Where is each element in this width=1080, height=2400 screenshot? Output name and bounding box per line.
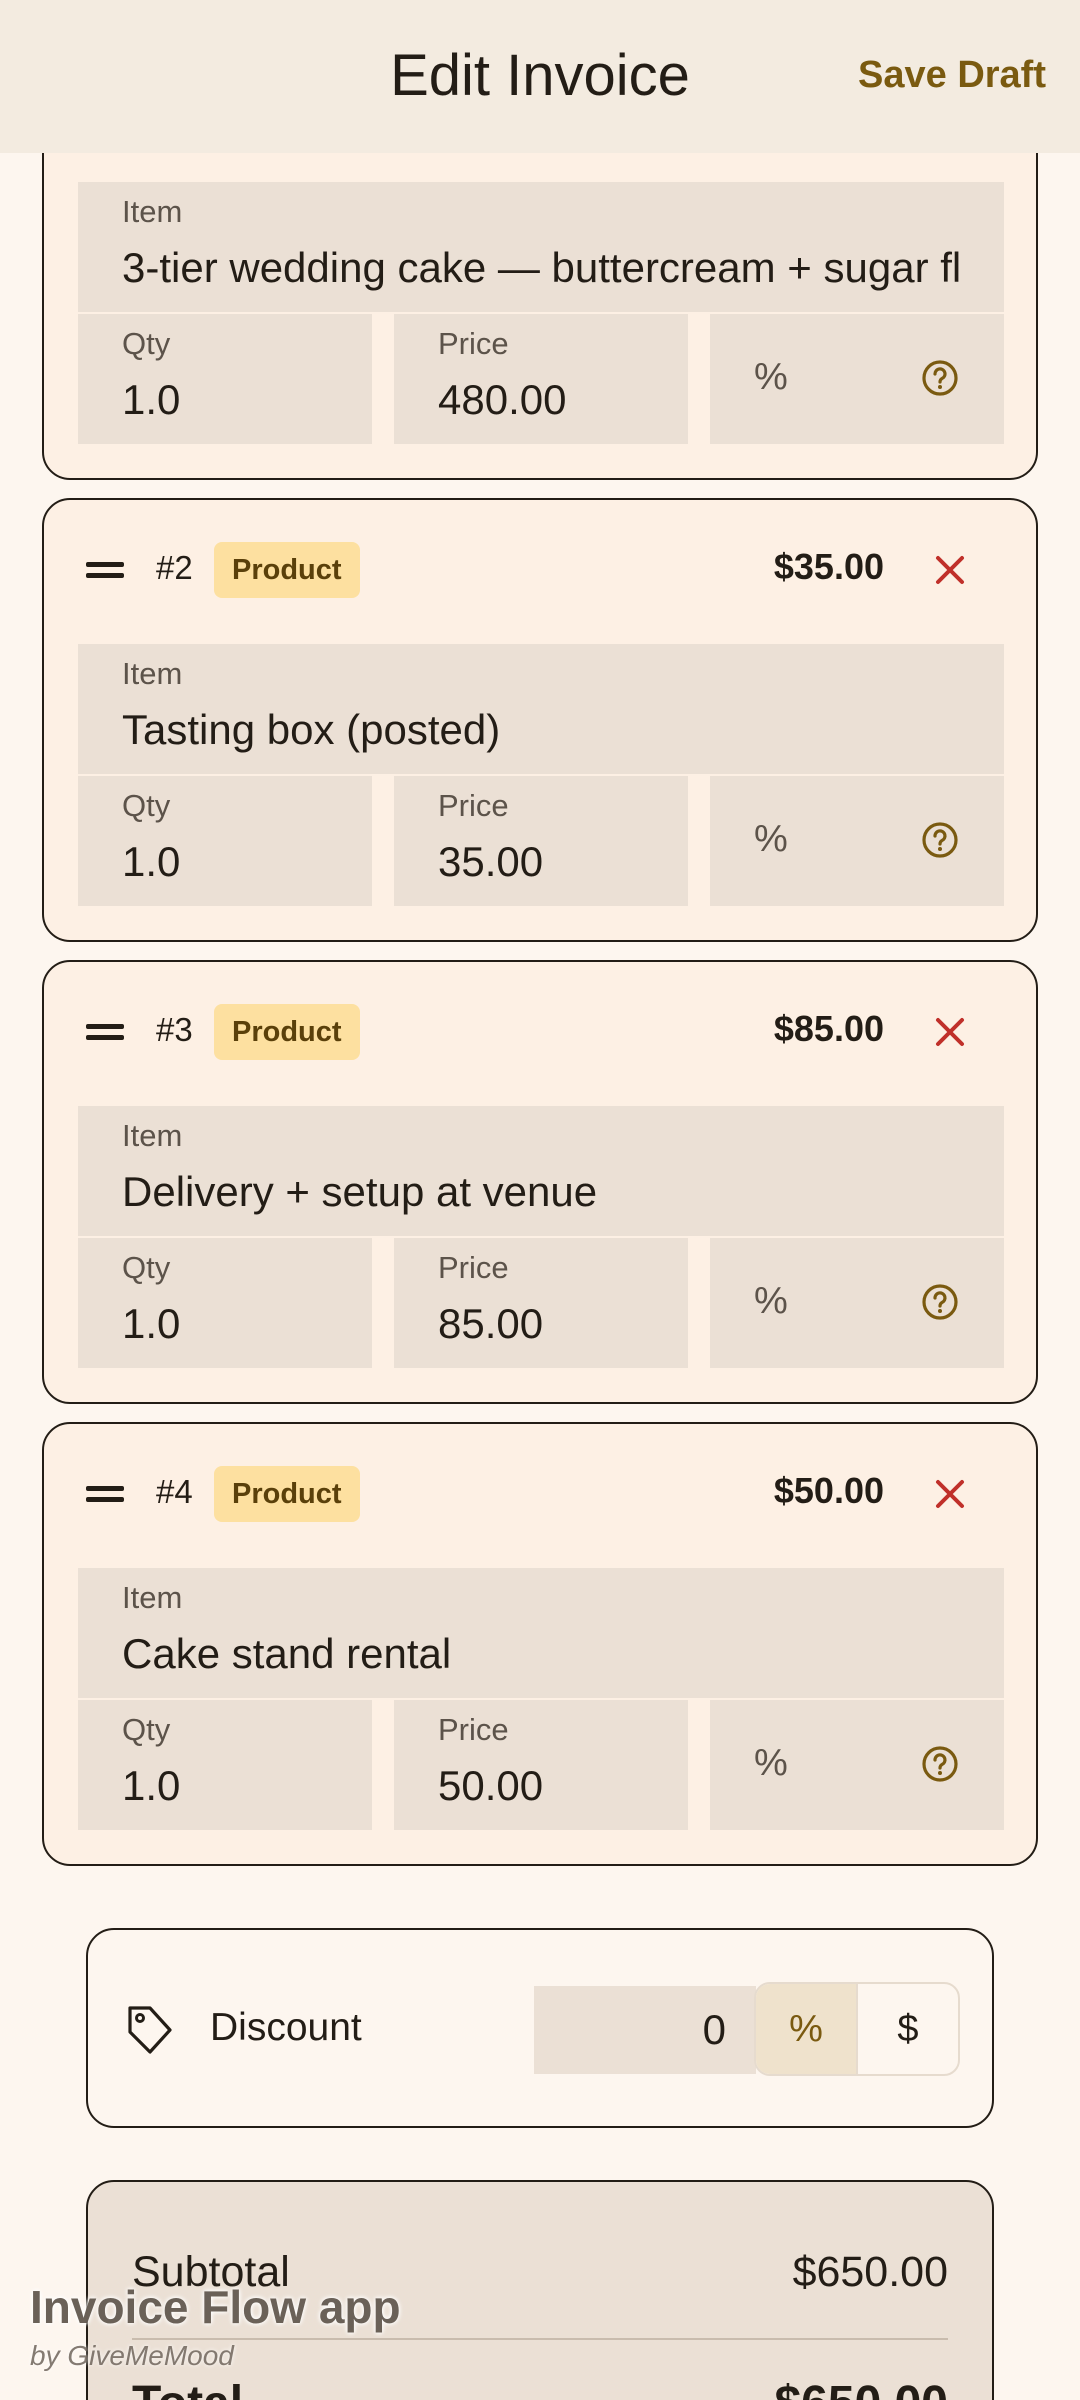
price-field[interactable]: Price 35.00	[394, 776, 688, 906]
qty-label: Qty	[122, 1712, 171, 1747]
qty-input[interactable]: 1.0	[122, 1300, 180, 1348]
qty-field[interactable]: Qty 1.0	[78, 1700, 372, 1830]
close-icon[interactable]	[930, 1012, 970, 1052]
line-item-header: #4 Product $50.00	[44, 1424, 1036, 1564]
tax-percent-field[interactable]: %	[710, 1700, 1004, 1830]
help-circle-icon[interactable]	[920, 1744, 960, 1784]
line-item-card: #2 Product $35.00 Item Tasting box (post…	[42, 498, 1038, 942]
discount-input[interactable]: 0	[534, 1986, 756, 2074]
line-item-header: #2 Product $35.00	[44, 500, 1036, 640]
tax-percent-field[interactable]: %	[710, 314, 1004, 444]
drag-handle-icon[interactable]	[86, 1019, 124, 1045]
percent-symbol: %	[754, 1280, 788, 1322]
item-type-badge: Product	[214, 1004, 360, 1060]
item-field[interactable]: Item Tasting box (posted)	[78, 644, 1004, 774]
item-field[interactable]: Item Delivery + setup at venue	[78, 1106, 1004, 1236]
item-input[interactable]: Cake stand rental	[122, 1630, 960, 1678]
price-field[interactable]: Price 480.00	[394, 314, 688, 444]
price-input[interactable]: 35.00	[438, 838, 543, 886]
watermark-title: Invoice Flow app	[30, 2281, 401, 2333]
discount-dollar-option[interactable]: $	[856, 1984, 958, 2074]
drag-handle-icon[interactable]	[86, 557, 124, 583]
qty-input[interactable]: 1.0	[122, 376, 180, 424]
subtotal-value: $650.00	[792, 2248, 948, 2296]
total-value: $650.00	[774, 2376, 948, 2400]
app-bar: Edit Invoice Save Draft	[0, 0, 1080, 153]
qty-label: Qty	[122, 1250, 171, 1285]
qty-label: Qty	[122, 326, 171, 361]
item-input[interactable]: Tasting box (posted)	[122, 706, 960, 754]
item-type-badge: Product	[214, 1466, 360, 1522]
line-number: #4	[156, 1473, 193, 1510]
price-label: Price	[438, 1712, 509, 1747]
line-item-card: #4 Product $50.00 Item Cake stand rental…	[42, 1422, 1038, 1866]
price-label: Price	[438, 788, 509, 823]
item-label: Item	[122, 656, 183, 691]
qty-field[interactable]: Qty 1.0	[78, 776, 372, 906]
price-input[interactable]: 50.00	[438, 1762, 543, 1810]
price-input[interactable]: 85.00	[438, 1300, 543, 1348]
price-label: Price	[438, 326, 509, 361]
close-icon[interactable]	[930, 550, 970, 590]
discount-type-toggle: % $	[754, 1982, 960, 2076]
item-label: Item	[122, 1118, 183, 1153]
line-amount: $35.00	[773, 546, 884, 587]
percent-symbol: %	[754, 356, 788, 398]
item-field[interactable]: Item 3-tier wedding cake — buttercream +…	[78, 182, 1004, 312]
percent-symbol: %	[754, 1742, 788, 1784]
qty-field[interactable]: Qty 1.0	[78, 1238, 372, 1368]
tag-icon	[124, 2002, 174, 2058]
line-number: #3	[156, 1011, 193, 1048]
line-amount: $85.00	[773, 1008, 884, 1049]
discount-percent-option[interactable]: %	[756, 1984, 856, 2074]
total-label: Total	[132, 2376, 243, 2400]
item-label: Item	[122, 194, 183, 229]
price-input[interactable]: 480.00	[438, 376, 566, 424]
drag-handle-icon[interactable]	[86, 1481, 124, 1507]
price-field[interactable]: Price 85.00	[394, 1238, 688, 1368]
discount-value[interactable]: 0	[703, 2006, 726, 2054]
help-circle-icon[interactable]	[920, 358, 960, 398]
tax-percent-field[interactable]: %	[710, 776, 1004, 906]
discount-card: Discount 0 % $	[86, 1928, 994, 2128]
item-input[interactable]: Delivery + setup at venue	[122, 1168, 960, 1216]
qty-input[interactable]: 1.0	[122, 838, 180, 886]
item-label: Item	[122, 1580, 183, 1615]
line-number: #2	[156, 549, 193, 586]
price-label: Price	[438, 1250, 509, 1285]
qty-input[interactable]: 1.0	[122, 1762, 180, 1810]
qty-field[interactable]: Qty 1.0	[78, 314, 372, 444]
save-draft-button[interactable]: Save Draft	[858, 54, 1046, 97]
help-circle-icon[interactable]	[920, 820, 960, 860]
line-amount: $50.00	[773, 1470, 884, 1511]
percent-symbol: %	[754, 818, 788, 860]
item-type-badge: Product	[214, 542, 360, 598]
watermark-subtitle: by GiveMeMood	[30, 2340, 234, 2371]
item-field[interactable]: Item Cake stand rental	[78, 1568, 1004, 1698]
help-circle-icon[interactable]	[920, 1282, 960, 1322]
qty-label: Qty	[122, 788, 171, 823]
tax-percent-field[interactable]: %	[710, 1238, 1004, 1368]
item-input[interactable]: 3-tier wedding cake — buttercream + suga…	[122, 244, 960, 292]
line-item-card: #3 Product $85.00 Item Delivery + setup …	[42, 960, 1038, 1404]
line-item-header: #3 Product $85.00	[44, 962, 1036, 1102]
close-icon[interactable]	[930, 1474, 970, 1514]
discount-label: Discount	[210, 2006, 362, 2049]
watermark: Invoice Flow app by GiveMeMood	[30, 2280, 401, 2372]
price-field[interactable]: Price 50.00	[394, 1700, 688, 1830]
